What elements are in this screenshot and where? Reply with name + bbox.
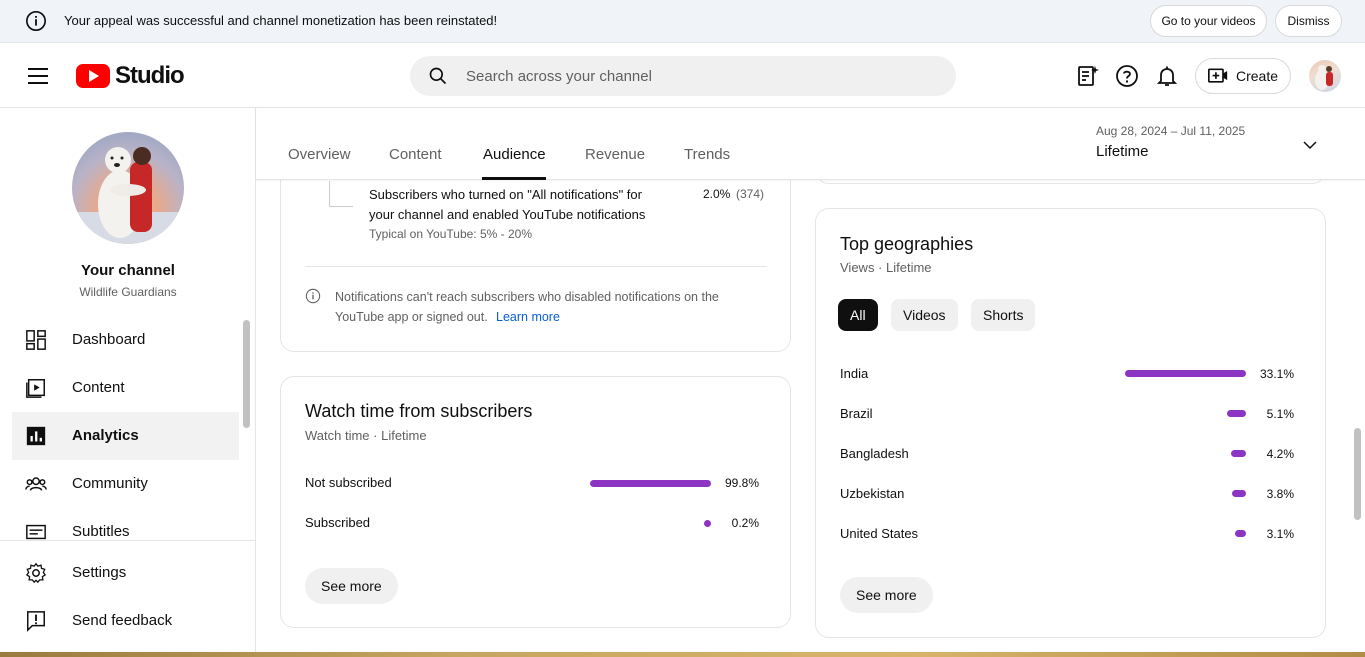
see-more-button[interactable]: See more bbox=[305, 568, 398, 604]
geo-row-label: Uzbekistan bbox=[840, 486, 905, 501]
sidebar-item-send-feedback[interactable]: Send feedback bbox=[12, 597, 239, 645]
sidebar-item-label: Subtitles bbox=[72, 523, 130, 540]
youtube-logo-icon bbox=[76, 64, 110, 88]
main-scrollbar[interactable] bbox=[1354, 428, 1361, 520]
geo-row-label: Brazil bbox=[840, 406, 873, 421]
create-label: Create bbox=[1236, 68, 1279, 84]
gear-icon bbox=[25, 562, 47, 584]
card-subtitle: Watch time · Lifetime bbox=[305, 428, 427, 443]
chip-all[interactable]: All bbox=[838, 299, 878, 331]
notif-row-text-1: Subscribers who turned on "All notificat… bbox=[369, 187, 642, 202]
sidebar-item-label: Send feedback bbox=[72, 612, 173, 629]
row-pct: 0.2% bbox=[731, 516, 759, 530]
create-button[interactable]: Create bbox=[1195, 58, 1291, 94]
watch-time-card: Watch time from subscribers Watch time ·… bbox=[280, 376, 791, 628]
geo-row-pct: 5.1% bbox=[1266, 407, 1294, 421]
main-content: Subscribers who turned on "All notificat… bbox=[256, 180, 1356, 657]
channel-avatar[interactable] bbox=[72, 132, 184, 244]
analytics-tabs-bar: Overview Content Audience Revenue Trends… bbox=[256, 108, 1365, 180]
dashboard-icon bbox=[26, 330, 46, 350]
bar-not-subscribed bbox=[590, 480, 711, 487]
notif-info-text-2: YouTube app or signed out. bbox=[335, 310, 488, 324]
card-subtitle: Views · Lifetime bbox=[840, 260, 932, 275]
previous-card bbox=[815, 180, 1326, 184]
bell-icon[interactable] bbox=[1155, 64, 1179, 88]
period-selector[interactable]: Lifetime bbox=[1096, 143, 1149, 160]
sidebar-divider bbox=[0, 540, 255, 541]
tab-trends[interactable]: Trends bbox=[684, 146, 730, 163]
card-title: Top geographies bbox=[840, 234, 974, 254]
info-icon bbox=[26, 11, 46, 31]
learn-more-link[interactable]: Learn more bbox=[496, 310, 560, 324]
geo-row-label: United States bbox=[840, 526, 919, 541]
studio-logo[interactable]: Studio bbox=[76, 62, 185, 90]
notification-banner: Your appeal was successful and channel m… bbox=[0, 0, 1365, 43]
help-icon[interactable] bbox=[1115, 64, 1139, 88]
sidebar-item-label: Analytics bbox=[72, 427, 139, 444]
chip-videos[interactable]: Videos bbox=[891, 299, 958, 331]
sidebar-item-content[interactable]: Content bbox=[12, 364, 239, 412]
row-pct: 99.8% bbox=[724, 476, 759, 490]
analytics-icon bbox=[26, 426, 46, 446]
tab-audience[interactable]: Audience bbox=[483, 146, 546, 163]
community-icon bbox=[25, 477, 47, 491]
geo-bar-india bbox=[1125, 370, 1246, 377]
notif-count: (374) bbox=[736, 187, 765, 201]
sidebar-item-label: Settings bbox=[72, 564, 127, 581]
top-header: Studio Create bbox=[0, 44, 1365, 108]
notif-pct: 2.0% bbox=[703, 187, 731, 201]
row-label: Subscribed bbox=[305, 515, 371, 530]
card-title: Watch time from subscribers bbox=[305, 401, 533, 421]
search-input[interactable] bbox=[466, 64, 926, 88]
feature-requests-icon[interactable] bbox=[1076, 64, 1100, 88]
sidebar-item-analytics[interactable]: Analytics bbox=[12, 412, 239, 460]
geo-row-pct: 4.2% bbox=[1266, 447, 1294, 461]
chip-shorts[interactable]: Shorts bbox=[971, 299, 1036, 331]
search-bar[interactable] bbox=[410, 56, 956, 96]
notifications-card: Subscribers who turned on "All notificat… bbox=[280, 180, 791, 352]
row-label: Not subscribed bbox=[305, 475, 392, 490]
active-tab-indicator bbox=[482, 177, 546, 180]
tab-revenue[interactable]: Revenue bbox=[585, 146, 645, 163]
tree-connector bbox=[329, 181, 353, 207]
sidebar-item-community[interactable]: Community bbox=[12, 460, 239, 508]
menu-icon[interactable] bbox=[28, 68, 48, 84]
sidebar-scrollbar[interactable] bbox=[243, 320, 250, 428]
card-divider bbox=[305, 266, 767, 267]
sidebar-item-label: Content bbox=[72, 379, 125, 396]
geo-row-label: India bbox=[840, 366, 869, 381]
logo-text: Studio bbox=[115, 62, 185, 89]
search-icon[interactable] bbox=[428, 66, 448, 86]
feedback-icon bbox=[27, 611, 45, 632]
date-range[interactable]: Aug 28, 2024 – Jul 11, 2025 bbox=[1096, 124, 1245, 138]
notif-typical: Typical on YouTube: 5% - 20% bbox=[369, 227, 532, 241]
go-to-videos-button[interactable]: Go to your videos bbox=[1150, 5, 1267, 37]
sidebar-item-label: Dashboard bbox=[72, 331, 146, 348]
taskbar-strip bbox=[0, 652, 1365, 657]
geo-row-pct: 3.8% bbox=[1266, 487, 1294, 501]
channel-title: Your channel bbox=[81, 262, 175, 279]
geo-row-pct: 3.1% bbox=[1266, 527, 1294, 541]
tab-overview[interactable]: Overview bbox=[288, 146, 351, 163]
info-icon bbox=[305, 288, 321, 304]
see-more-button[interactable]: See more bbox=[840, 577, 933, 613]
top-geographies-card: Top geographies Views · Lifetime All Vid… bbox=[815, 208, 1326, 638]
chevron-down-icon[interactable] bbox=[1301, 136, 1319, 154]
account-avatar[interactable] bbox=[1309, 60, 1341, 92]
banner-message: Your appeal was successful and channel m… bbox=[64, 13, 498, 28]
sidebar-item-label: Community bbox=[72, 475, 148, 492]
sidebar-item-settings[interactable]: Settings bbox=[12, 549, 239, 597]
dismiss-button[interactable]: Dismiss bbox=[1275, 5, 1342, 37]
sidebar-item-dashboard[interactable]: Dashboard bbox=[12, 316, 239, 364]
content-icon bbox=[26, 379, 45, 398]
create-icon bbox=[1208, 68, 1228, 83]
channel-name: Wildlife Guardians bbox=[79, 285, 177, 299]
tab-content[interactable]: Content bbox=[389, 146, 442, 163]
sidebar: Your channel Wildlife Guardians Dashboar… bbox=[0, 108, 256, 657]
notif-info-text-1: Notifications can't reach subscribers wh… bbox=[335, 290, 719, 304]
geo-row-pct: 33.1% bbox=[1259, 367, 1294, 381]
geo-row-label: Bangladesh bbox=[840, 446, 909, 461]
notif-row-text-2: your channel and enabled YouTube notific… bbox=[369, 207, 646, 222]
